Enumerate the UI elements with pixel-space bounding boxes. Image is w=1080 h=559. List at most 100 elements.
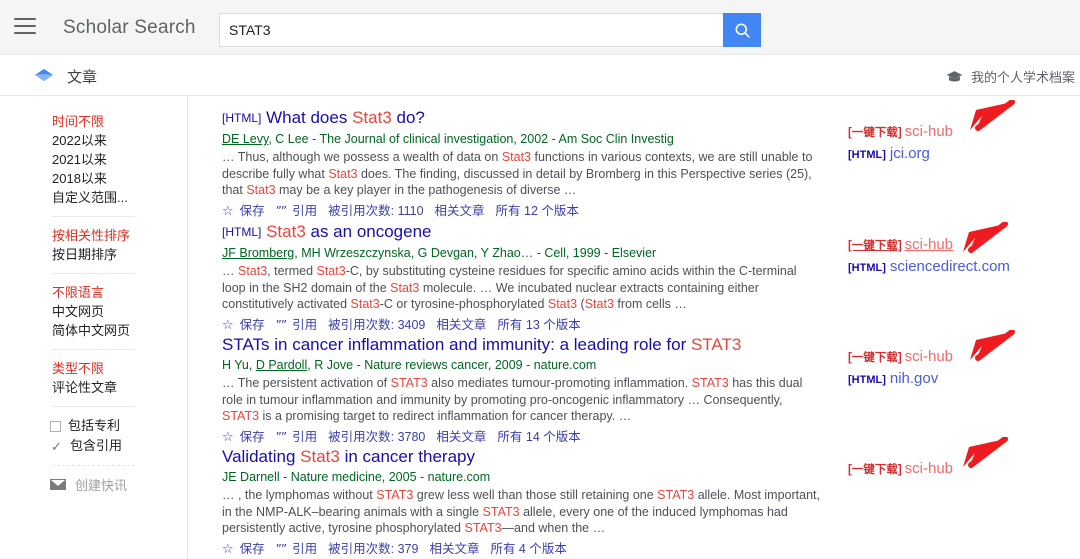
search-result-item: [HTML] What does Stat3 do? DE Levy, C Lee…	[222, 107, 822, 220]
search-input[interactable]	[219, 13, 723, 47]
quote-icon[interactable]: ””	[276, 540, 287, 558]
quote-icon[interactable]: ””	[276, 316, 287, 334]
sidebar-filter-item[interactable]: 时间不限	[52, 112, 187, 131]
filters-sidebar: 时间不限 2022以来 2021以来 2018以来 自定义范围... 按相关性排序 按日期排…	[0, 96, 188, 559]
all-versions-link[interactable]: 所有 4 个版本	[490, 540, 566, 558]
scihub-link-label[interactable]: sci-hub	[905, 348, 953, 365]
cite-button[interactable]: 引用	[292, 540, 317, 558]
sidebar-filter-item[interactable]: 2018以来	[52, 169, 187, 188]
result-authors-rest: , R Jove - Nature reviews cancer, 2009 -…	[307, 358, 597, 372]
snippet-text: -C or tyrosine-phosphorylated	[379, 297, 548, 311]
scihub-download-link[interactable]: [一键下载] sci-hub	[848, 347, 953, 368]
sidebar-checkbox-patents[interactable]: 包括专利	[50, 416, 187, 436]
articles-tab-label: 文章	[67, 69, 98, 86]
checkbox-icon	[50, 420, 61, 432]
related-articles-link[interactable]: 相关文章	[436, 316, 486, 334]
result-author-link[interactable]: D Pardoll	[256, 358, 307, 372]
star-icon[interactable]: ☆	[222, 540, 234, 558]
result-authors-prefix: JE Darnell - Nature medicine, 2005 - nat…	[222, 470, 491, 484]
red-annotation-arrow	[963, 222, 1008, 253]
sidebar-filter-item[interactable]: 2022以来	[52, 131, 187, 150]
result-title-link[interactable]: STATs in cancer inflammation and immunit…	[222, 334, 822, 355]
scihub-link-label[interactable]: sci-hub	[905, 236, 953, 253]
result-author-link[interactable]: DE Levy	[222, 132, 268, 146]
save-button[interactable]: 保存	[240, 202, 265, 220]
html-link-label[interactable]: nih.gov	[890, 370, 938, 387]
cite-button[interactable]: 引用	[292, 316, 317, 334]
create-alert-button[interactable]: 创建快讯	[50, 475, 187, 494]
sidebar-filter-item[interactable]: 不限语言	[52, 283, 187, 302]
result-title-highlight: Stat3	[266, 222, 306, 241]
result-authors-rest: , MH Wrzeszczynska, G Devgan, Y Zhao… - …	[294, 246, 657, 260]
cited-by-link[interactable]: 被引用次数: 379	[328, 540, 418, 558]
result-authors-line: JE Darnell - Nature medicine, 2005 - nat…	[222, 469, 822, 486]
scihub-link-label[interactable]: sci-hub	[905, 123, 953, 140]
my-profile-link[interactable]: 我的个人学术档案	[946, 67, 1080, 86]
cite-button[interactable]: 引用	[292, 202, 317, 220]
snippet-highlight: STAT3	[657, 488, 695, 502]
html-tag-label: [HTML]	[848, 262, 886, 274]
scihub-download-link[interactable]: [一键下载] sci-hub	[848, 122, 953, 143]
html-source-link[interactable]: [HTML] nih.gov	[848, 368, 953, 391]
result-title-text: in cancer therapy	[339, 447, 475, 466]
hamburger-menu-icon[interactable]	[14, 18, 36, 36]
result-title-text: STATs in cancer inflammation and immunit…	[222, 335, 691, 354]
snippet-text: may be a key player in the pathogenesis …	[275, 183, 577, 197]
result-title-link[interactable]: [HTML] Stat3 as an oncogene	[222, 221, 822, 243]
search-result-item: STATs in cancer inflammation and immunit…	[222, 334, 822, 446]
sidebar-filter-item[interactable]: 自定义范围...	[52, 188, 187, 207]
sidebar-filter-item[interactable]: 按日期排序	[52, 245, 187, 264]
cited-by-link[interactable]: 被引用次数: 3780	[328, 428, 425, 446]
html-tag-label: [HTML]	[848, 374, 886, 386]
result-author-link[interactable]: JF Bromberg	[222, 246, 294, 260]
snippet-text: grew less well than those still retainin…	[413, 488, 658, 502]
result-title-text: do?	[391, 108, 425, 127]
checkmark-icon: ✓	[51, 438, 62, 454]
articles-tab[interactable]: 文章	[34, 66, 97, 87]
sidebar-filter-item[interactable]: 2021以来	[52, 150, 187, 169]
red-annotation-arrow	[970, 330, 1015, 361]
sidebar-divider	[52, 273, 135, 274]
save-button[interactable]: 保存	[240, 540, 265, 558]
related-articles-link[interactable]: 相关文章	[435, 202, 485, 220]
html-source-link[interactable]: [HTML] jci.org	[848, 143, 953, 166]
scihub-download-link[interactable]: [一键下载] sci-hub	[848, 459, 953, 480]
sidebar-filter-item[interactable]: 按相关性排序	[52, 226, 187, 245]
all-versions-link[interactable]: 所有 12 个版本	[496, 202, 579, 220]
all-versions-link[interactable]: 所有 13 个版本	[497, 316, 580, 334]
cite-button[interactable]: 引用	[292, 428, 317, 446]
snippet-text: , termed	[267, 264, 317, 278]
result-title-link[interactable]: [HTML] What does Stat3 do?	[222, 107, 822, 129]
cited-by-link[interactable]: 被引用次数: 3409	[328, 316, 425, 334]
result-title-text: What does	[266, 108, 353, 127]
related-articles-link[interactable]: 相关文章	[436, 428, 486, 446]
sidebar-filter-item[interactable]: 简体中文网页	[52, 321, 187, 340]
secondary-bar: 文章 我的个人学术档案	[0, 55, 1080, 96]
quote-icon[interactable]: ””	[276, 202, 287, 220]
star-icon[interactable]: ☆	[222, 316, 234, 334]
snippet-highlight: Stat3	[547, 297, 578, 311]
search-button[interactable]	[723, 13, 761, 47]
related-articles-link[interactable]: 相关文章	[429, 540, 479, 558]
save-button[interactable]: 保存	[240, 316, 265, 334]
sidebar-divider	[52, 216, 135, 217]
all-versions-link[interactable]: 所有 14 个版本	[497, 428, 580, 446]
html-link-label[interactable]: jci.org	[890, 145, 930, 162]
quote-icon[interactable]: ””	[276, 428, 287, 446]
result-side-links: [一键下载] sci-hub [HTML] jci.org	[848, 122, 953, 166]
sidebar-group: 不限语言 中文网页 简体中文网页	[0, 283, 187, 340]
search-icon	[735, 23, 750, 38]
snippet-highlight: Stat3	[237, 264, 268, 278]
snippet-text: … , the lymphomas without	[222, 488, 377, 502]
sidebar-checkbox-citations[interactable]: ✓ 包含引用	[50, 436, 187, 456]
star-icon[interactable]: ☆	[222, 428, 234, 446]
star-icon[interactable]: ☆	[222, 202, 234, 220]
sidebar-filter-item[interactable]: 评论性文章	[52, 378, 187, 397]
cited-by-link[interactable]: 被引用次数: 1110	[328, 202, 423, 220]
result-title-link[interactable]: Validating Stat3 in cancer therapy	[222, 446, 822, 467]
sidebar-filter-item[interactable]: 中文网页	[52, 302, 187, 321]
scihub-link-label[interactable]: sci-hub	[905, 460, 953, 477]
scihub-tag-label: [一键下载]	[848, 240, 902, 252]
save-button[interactable]: 保存	[240, 428, 265, 446]
sidebar-filter-item[interactable]: 类型不限	[52, 359, 187, 378]
